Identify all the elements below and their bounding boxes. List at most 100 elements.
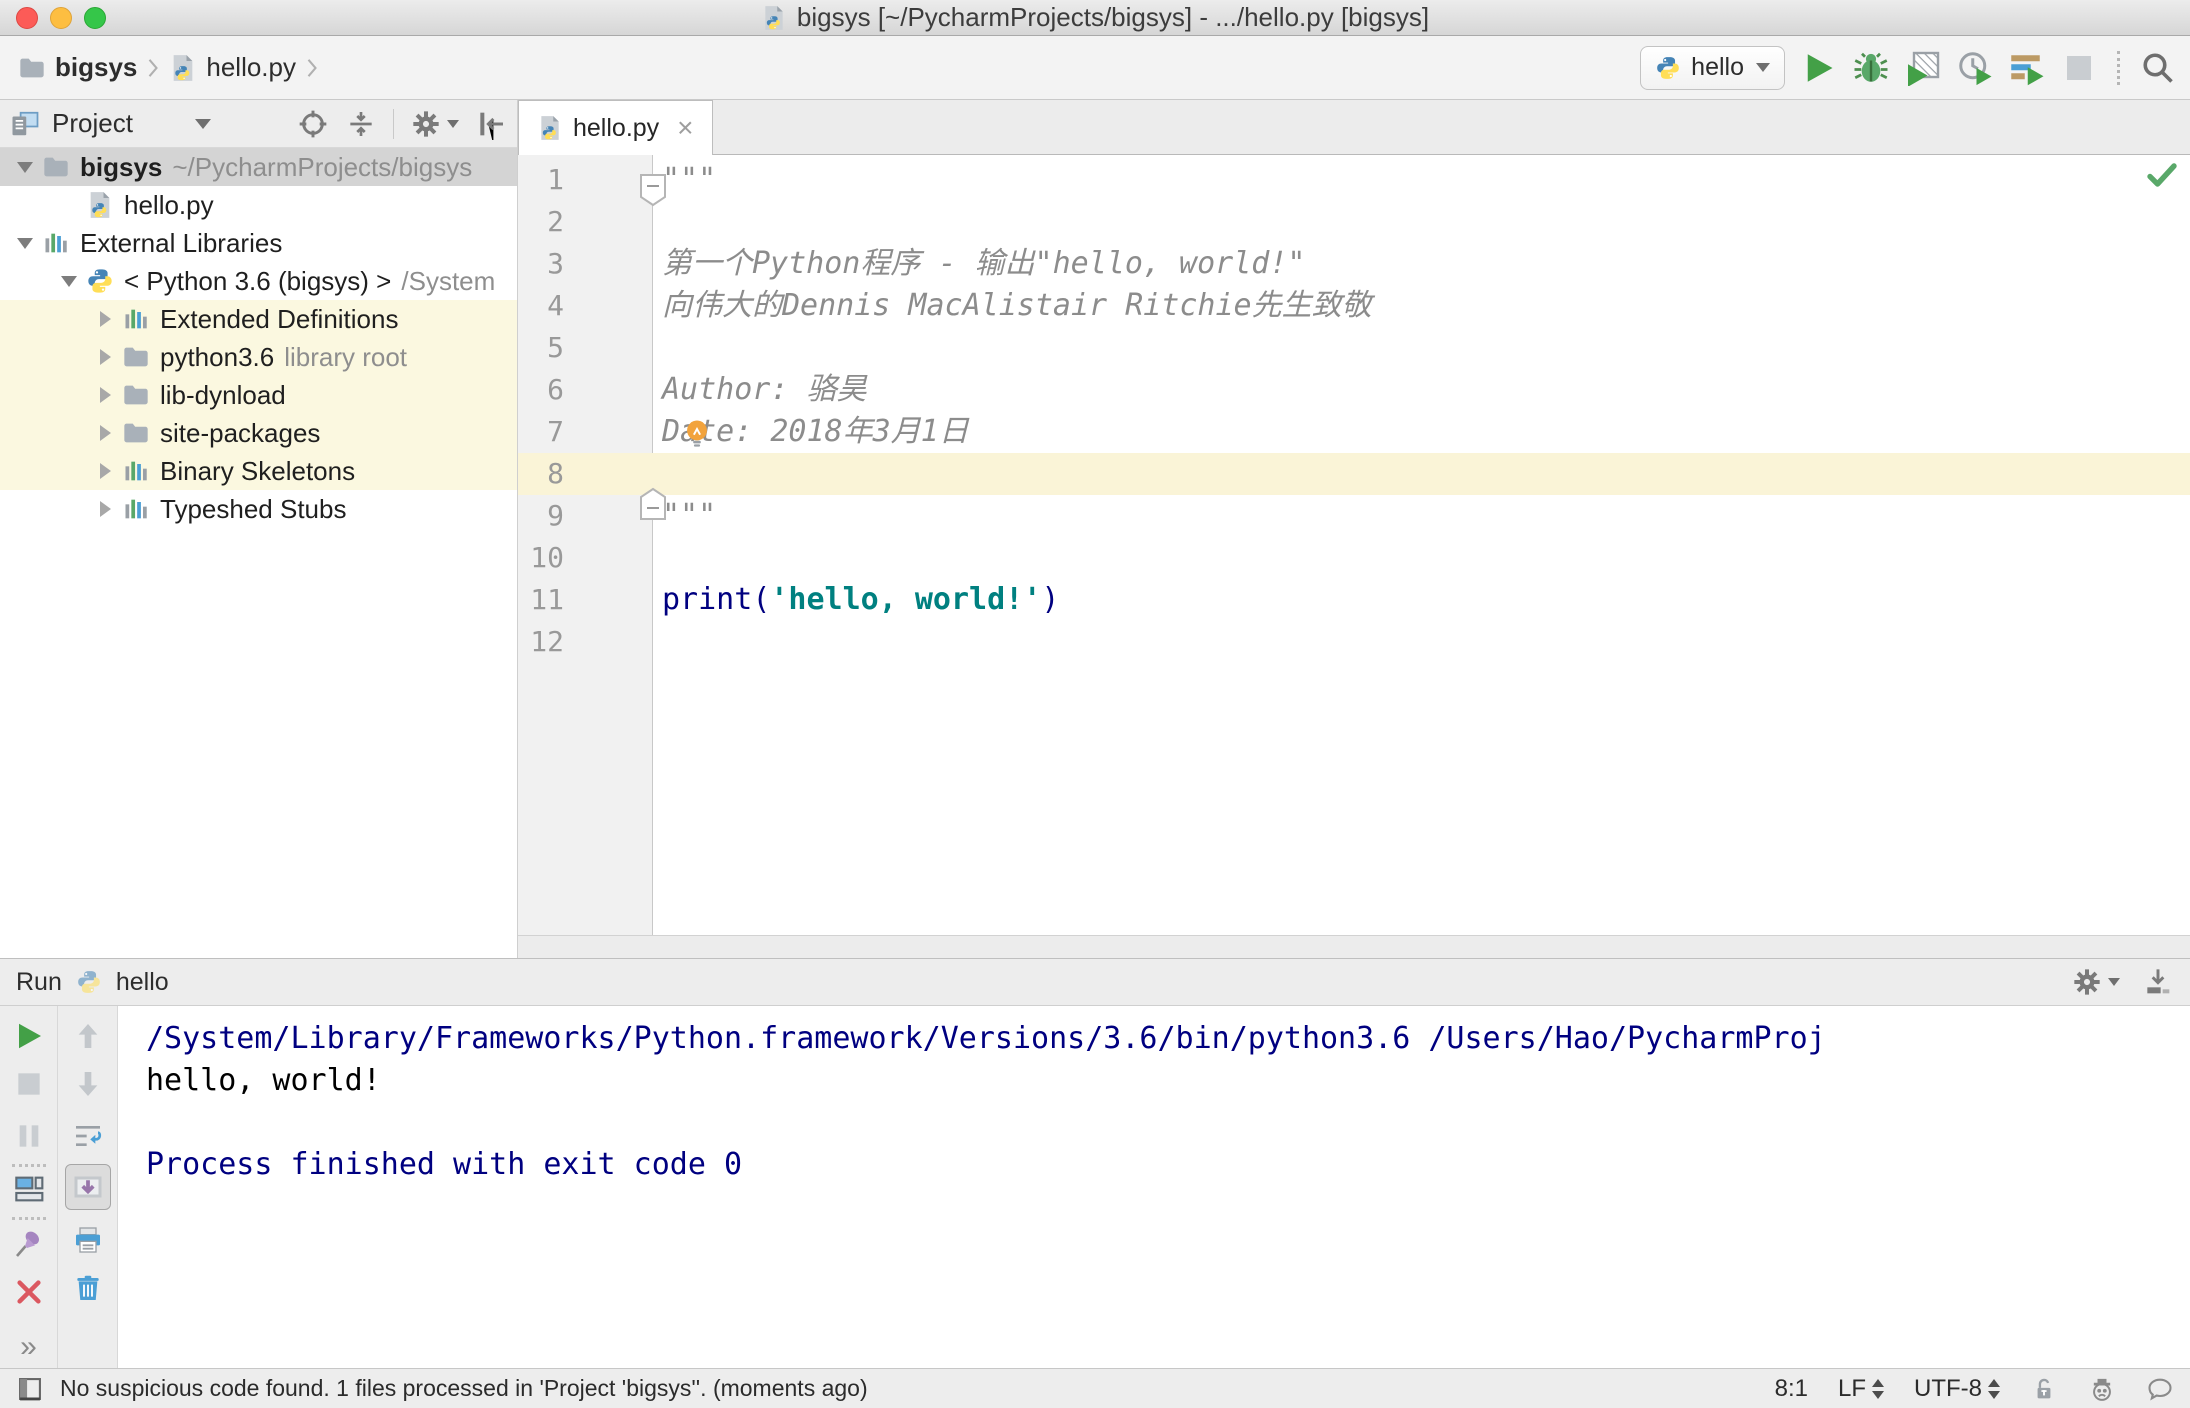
tree-item-site-packages[interactable]: site-packages: [0, 414, 517, 452]
tree-item-hello-py[interactable]: hello.py: [0, 186, 517, 224]
updown-arrows-icon: [1872, 1378, 1884, 1399]
concurrency-diagram-button[interactable]: [2009, 50, 2045, 86]
tree-closed-arrow-icon[interactable]: [92, 387, 118, 403]
editor-line-10[interactable]: 10: [518, 537, 2190, 579]
select-opened-file-button[interactable]: [297, 108, 329, 140]
tree-closed-arrow-icon[interactable]: [92, 501, 118, 517]
tree-open-arrow-icon[interactable]: [56, 275, 82, 287]
tree-closed-arrow-icon[interactable]: [92, 425, 118, 441]
hide-panel-button[interactable]: [475, 108, 507, 140]
tree-item-extended-definitions[interactable]: Extended Definitions: [0, 300, 517, 338]
dock-panel-icon[interactable]: [2142, 966, 2174, 998]
next-trace-button-disabled: [72, 1068, 104, 1100]
lock-icon[interactable]: [2030, 1375, 2058, 1403]
editor-line-12[interactable]: 12: [518, 621, 2190, 663]
run-button[interactable]: [1801, 50, 1837, 86]
collapse-all-button[interactable]: [345, 108, 377, 140]
tree-item-python-3-6-bigsys[interactable]: < Python 3.6 (bigsys) > /System: [0, 262, 517, 300]
run-config-label: hello: [1691, 53, 1744, 81]
fold-region-start-icon[interactable]: [639, 173, 667, 207]
search-everywhere-button[interactable]: [2140, 50, 2176, 86]
tree-item-typeshed-stubs[interactable]: Typeshed Stubs: [0, 490, 517, 528]
pyfile-icon: [86, 191, 114, 219]
minimize-button[interactable]: [50, 7, 72, 29]
print-button[interactable]: [72, 1224, 104, 1256]
run-settings-group[interactable]: [2071, 966, 2120, 998]
editor-line-9[interactable]: 9 """: [518, 495, 2190, 537]
tree-open-arrow-icon[interactable]: [12, 237, 38, 249]
editor-line-7[interactable]: 7 Date: 2018年3月1日: [518, 411, 2190, 453]
status-bar: No suspicious code found. 1 files proces…: [0, 1368, 2190, 1408]
settings-gear-icon[interactable]: [410, 108, 442, 140]
rerun-button[interactable]: [13, 1020, 45, 1052]
zoom-button[interactable]: [84, 7, 106, 29]
project-panel-header: Project: [0, 100, 517, 148]
python-file-icon: [537, 115, 563, 141]
project-settings-group[interactable]: [394, 108, 459, 140]
tree-item-lib-dynload[interactable]: lib-dynload: [0, 376, 517, 414]
console-line: hello, world!: [146, 1063, 381, 1098]
fold-region-end-icon[interactable]: [639, 487, 667, 521]
tree-closed-arrow-icon[interactable]: [92, 311, 118, 327]
tree-item-bigsys[interactable]: bigsys ~/PycharmProjects/bigsys: [0, 148, 517, 186]
run-config-selector[interactable]: hello: [1640, 45, 1785, 90]
clear-console-button[interactable]: [72, 1272, 104, 1304]
editor-line-3[interactable]: 3 第一个Python程序 - 输出"hello, world!": [518, 243, 2190, 285]
editor-line-1[interactable]: 1 """: [518, 159, 2190, 201]
tree-closed-arrow-icon[interactable]: [92, 463, 118, 479]
debug-button[interactable]: [1853, 50, 1889, 86]
editor-line-2[interactable]: 2: [518, 201, 2190, 243]
feedback-bubble-icon[interactable]: [2146, 1375, 2174, 1403]
settings-gear-icon[interactable]: [2071, 966, 2103, 998]
run-with-coverage-button[interactable]: [1905, 50, 1941, 86]
pin-tab-button[interactable]: [13, 1228, 45, 1260]
encoding-widget[interactable]: UTF-8: [1914, 1375, 2000, 1403]
editor-area: hello.py × 1 """ 2 3 第一个Python程序 - 输出"hello,…: [518, 100, 2190, 958]
profiler-button[interactable]: [1957, 50, 1993, 86]
breadcrumb-item-bigsys[interactable]: bigsys: [55, 52, 137, 83]
scroll-to-end-icon: [70, 1169, 106, 1205]
python-icon: [1655, 55, 1681, 81]
toolbar-separator: [11, 1164, 46, 1167]
tab-hello-py[interactable]: hello.py ×: [518, 100, 713, 155]
close-button[interactable]: [16, 7, 38, 29]
project-panel-title[interactable]: Project: [52, 108, 133, 139]
tree-item-suffix: library root: [284, 341, 408, 372]
console-output[interactable]: /System/Library/Frameworks/Python.framew…: [118, 1006, 2190, 1368]
tool-window-toggle-icon[interactable]: [16, 1375, 44, 1403]
line-separator-widget[interactable]: LF: [1838, 1375, 1884, 1403]
hector-inspections-icon[interactable]: [2088, 1375, 2116, 1403]
code-editor[interactable]: 1 """ 2 3 第一个Python程序 - 输出"hello, world!" 4 向伟…: [518, 155, 2190, 935]
more-actions-button[interactable]: »: [20, 1332, 37, 1362]
intention-bulb-icon[interactable]: [680, 417, 714, 451]
folder-icon: [122, 381, 150, 409]
close-panel-button[interactable]: [13, 1276, 45, 1308]
soft-wrap-button[interactable]: [72, 1120, 104, 1152]
editor-line-5[interactable]: 5: [518, 327, 2190, 369]
line-number: 9: [547, 499, 564, 532]
chevron-down-icon: [447, 119, 459, 128]
close-tab-icon[interactable]: ×: [677, 114, 693, 142]
status-message: No suspicious code found. 1 files proces…: [60, 1375, 868, 1401]
scroll-to-end-button-selected[interactable]: [64, 1164, 111, 1210]
folder-icon: [42, 153, 70, 181]
cursor-position[interactable]: 8:1: [1775, 1375, 1808, 1403]
tree-item-binary-skeletons[interactable]: Binary Skeletons: [0, 452, 517, 490]
inspection-ok-icon: [2144, 157, 2180, 193]
editor-line-6[interactable]: 6 Author: 骆昊: [518, 369, 2190, 411]
editor-line-11[interactable]: 11 print('hello, world!'): [518, 579, 2190, 621]
tree-item-python3-6[interactable]: python3.6 library root: [0, 338, 517, 376]
restore-layout-button[interactable]: [13, 1173, 45, 1205]
breadcrumb-item-hello-py[interactable]: hello.py: [206, 52, 296, 83]
editor-line-8[interactable]: 8: [518, 453, 2190, 495]
tree-item-external-libraries[interactable]: External Libraries: [0, 224, 517, 262]
tree-item-label: bigsys: [80, 151, 163, 182]
editor-line-4[interactable]: 4 向伟大的Dennis MacAlistair Ritchie先生致敬: [518, 285, 2190, 327]
pycharm-window: bigsys [~/PycharmProjects/bigsys] - .../…: [0, 0, 2190, 1408]
tree-open-arrow-icon[interactable]: [12, 161, 38, 173]
library-icon: [122, 495, 150, 523]
tree-closed-arrow-icon[interactable]: [92, 349, 118, 365]
chevron-down-icon[interactable]: [194, 118, 211, 129]
line-number: 11: [530, 583, 564, 616]
